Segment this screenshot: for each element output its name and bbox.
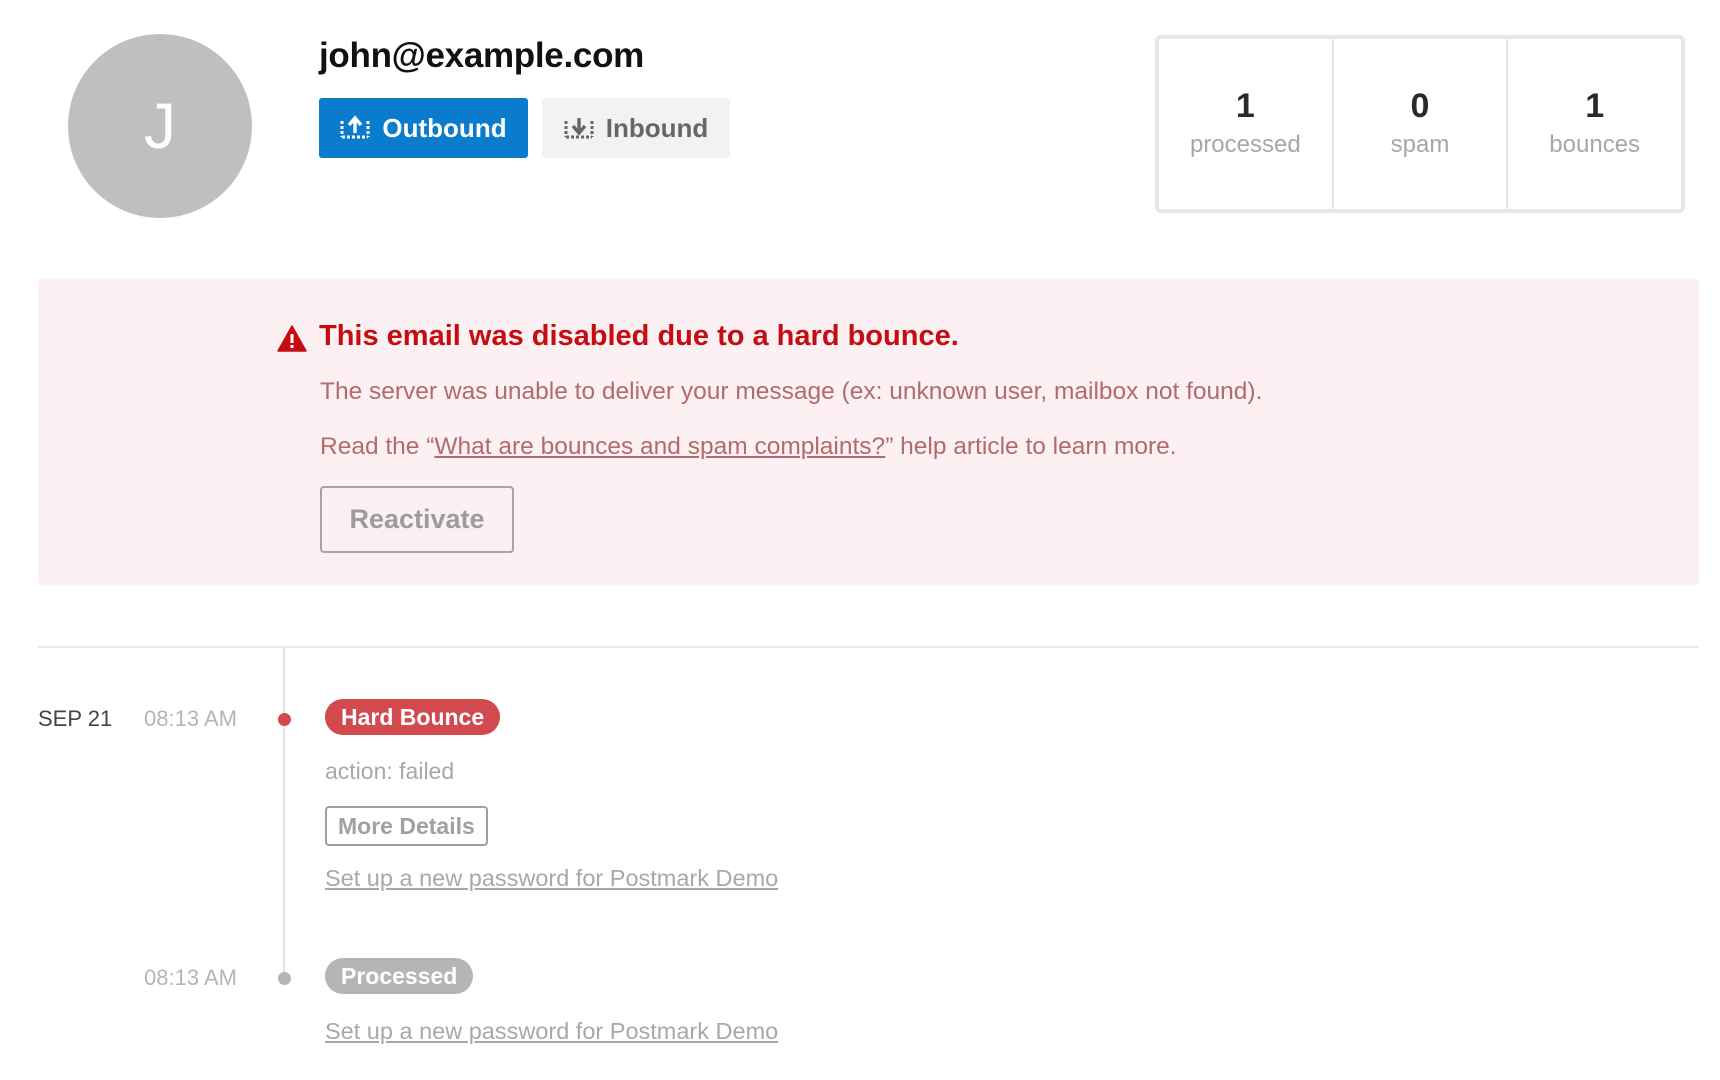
page-title: john@example.com [319,36,644,75]
event-meta: action: failed [325,758,455,784]
event-time: 08:13 AM [144,706,237,731]
alert-description: The server was unable to deliver your me… [320,378,1263,405]
stat-spam: 0 spam [1334,39,1509,209]
stat-label: processed [1189,131,1301,158]
inbound-icon [564,118,594,139]
message-link[interactable]: Set up a new password for Postmark Demo [325,865,778,892]
warning-icon [277,325,307,352]
timeline-dot-hard-bounce [278,713,291,726]
status-badge-hard-bounce: Hard Bounce [325,699,501,735]
avatar: J [68,34,252,218]
timeline-line [283,648,285,978]
stat-label: bounces [1549,131,1641,158]
reactivate-button[interactable]: Reactivate [320,486,514,553]
avatar-initial: J [144,90,176,162]
stat-value: 0 [1410,87,1430,125]
alert-help-text: Read the “What are bounces and spam comp… [320,433,1177,461]
stat-value: 1 [1235,87,1255,125]
divider [38,646,1699,648]
status-badge-processed: Processed [325,958,474,994]
help-prefix: Read the “ [320,433,435,460]
stats-panel: 1 processed 0 spam 1 bounces [1155,35,1685,213]
outbound-icon [340,115,370,139]
event-time: 08:13 AM [144,965,237,990]
inbound-tab-button[interactable]: Inbound [542,98,730,158]
event-date: SEP 21 [38,706,113,731]
outbound-tab-button[interactable]: Outbound [319,98,528,158]
inbound-tab-label: Inbound [605,112,709,143]
help-article-link[interactable]: What are bounces and spam complaints? [434,433,885,460]
stat-processed: 1 processed [1159,39,1334,209]
more-details-button[interactable]: More Details [325,806,488,846]
alert-title: This email was disabled due to a hard bo… [319,320,959,352]
timeline-dot-processed [278,972,291,985]
stat-value: 1 [1585,87,1605,125]
message-link[interactable]: Set up a new password for Postmark Demo [325,1018,778,1045]
stat-label: spam [1390,131,1450,158]
stat-bounces: 1 bounces [1508,39,1681,209]
outbound-tab-label: Outbound [382,112,507,143]
help-suffix: ” help article to learn more. [885,433,1177,460]
